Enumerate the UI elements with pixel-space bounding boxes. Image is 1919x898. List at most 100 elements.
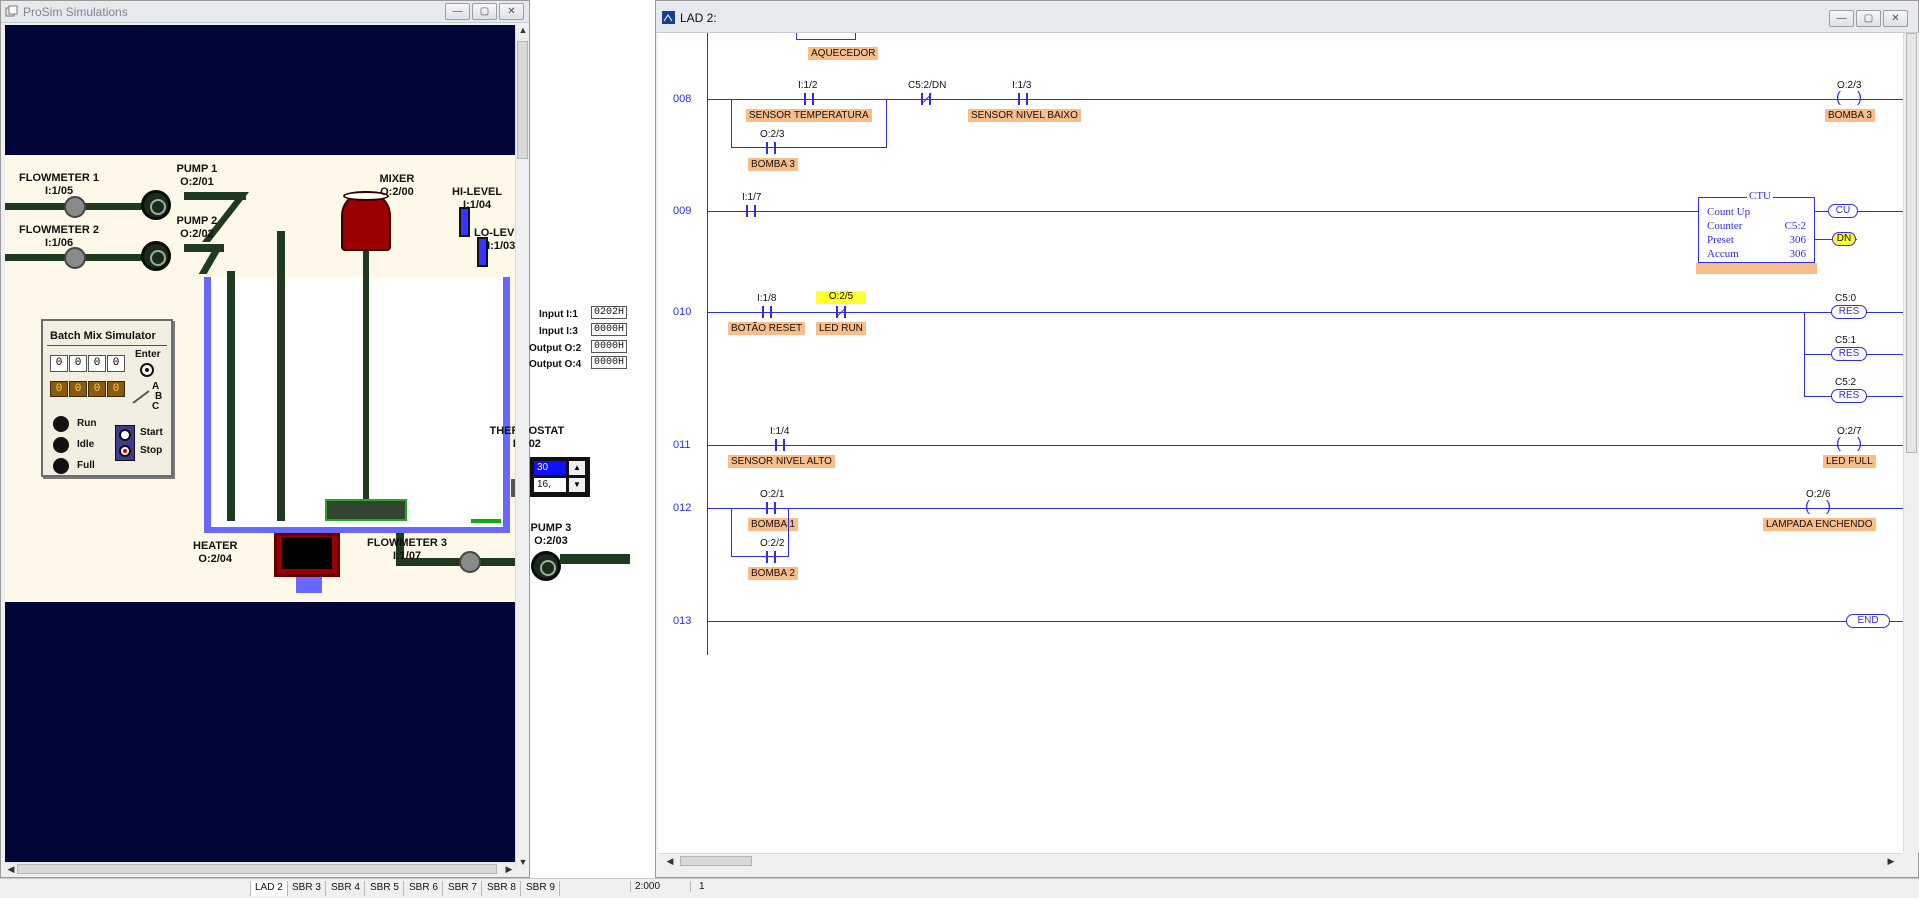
tank-left-wall: [204, 277, 211, 533]
lad-vertical-scrollbar[interactable]: [1903, 33, 1919, 853]
scroll-left-icon[interactable]: ◀: [5, 864, 17, 875]
io-label-0: Input I:1: [539, 309, 578, 320]
ctu-row-value: 306: [1789, 248, 1807, 260]
abc-selector-icon[interactable]: [131, 387, 153, 407]
r008-contact-3[interactable]: [1013, 93, 1033, 105]
r011-contact-1[interactable]: [770, 439, 790, 451]
r010-c1-tag: BOTÃO RESET: [728, 322, 806, 335]
lad-horizontal-scrollbar[interactable]: ◀ ▶: [658, 853, 1903, 869]
r008-b-addr: O:2/3: [760, 129, 785, 140]
lad-title: LAD 2:: [680, 11, 717, 25]
end-instruction: END: [1846, 614, 1890, 628]
thermostat-up-button[interactable]: ▲: [569, 461, 585, 475]
prosim-title: ProSim Simulations: [23, 5, 128, 19]
pump-1: [141, 190, 171, 220]
r011-coil-tag: LED FULL: [1823, 455, 1876, 468]
tab-sbr-5[interactable]: SBR 5: [366, 881, 404, 896]
ctu-row-key: Count Up: [1707, 206, 1751, 218]
heater-core: [282, 537, 332, 569]
r008-coil[interactable]: [1836, 89, 1862, 106]
restore-button[interactable]: ▢: [472, 3, 497, 20]
tab-sbr-4[interactable]: SBR 4: [327, 881, 365, 896]
tab-sbr-7[interactable]: SBR 7: [444, 881, 482, 896]
enter-button[interactable]: [140, 363, 154, 377]
tab-lad-2[interactable]: LAD 2: [250, 881, 288, 896]
lad-titlebar[interactable]: LAD 2: — ▢ ✕: [656, 1, 1918, 33]
tab-sbr-3[interactable]: SBR 3: [288, 881, 326, 896]
tab-sbr-6[interactable]: SBR 6: [405, 881, 443, 896]
thumbwheel-4[interactable]: 0: [107, 355, 125, 372]
scroll-down-icon[interactable]: ▼: [516, 857, 530, 867]
ctu-row-counter: Counter C5:2: [1707, 220, 1806, 233]
lad-vscroll-thumb[interactable]: [1906, 33, 1917, 453]
r010-contact-1[interactable]: [757, 306, 777, 318]
enter-label: Enter: [135, 349, 161, 360]
r008-contact-2[interactable]: [916, 93, 936, 105]
flowmeter-3: [459, 551, 481, 573]
scroll-right-icon[interactable]: ▶: [503, 864, 515, 875]
lad-close-button[interactable]: ✕: [1883, 10, 1908, 27]
ctu-row-key: Accum: [1707, 248, 1739, 260]
flowmeter-3-label: FLOWMETER 3 I:1/07: [367, 537, 448, 562]
r010-res-addr-0: C5:0: [1835, 293, 1857, 304]
ladder-canvas[interactable]: [658, 33, 1903, 853]
sim-background-bottom: [5, 602, 515, 862]
pump-3-label: PUMP 3 O:2/03: [530, 522, 572, 547]
r010-contact-2[interactable]: [831, 306, 851, 318]
sim-horizontal-scrollbar[interactable]: ◀ ▶: [5, 862, 515, 876]
thermostat-setpoint[interactable]: 30: [534, 461, 566, 475]
lad-scroll-left-icon[interactable]: ◀: [664, 856, 676, 867]
tank-interior: [211, 277, 503, 527]
r012-coil[interactable]: [1805, 498, 1831, 515]
ctu-dn-output[interactable]: DN: [1832, 232, 1856, 246]
minimize-button[interactable]: —: [445, 3, 470, 20]
tab-sbr-8[interactable]: SBR 8: [483, 881, 521, 896]
thumbwheel-2[interactable]: 0: [69, 355, 87, 372]
left-power-rail: [707, 33, 708, 655]
r009-contact-1[interactable]: [741, 205, 761, 217]
rung-009-line: [708, 211, 1756, 212]
r008-branch-contact[interactable]: [761, 142, 781, 154]
close-button[interactable]: ✕: [499, 3, 524, 20]
r010-res-coil-2[interactable]: RES: [1831, 389, 1867, 403]
rung-number-008: 008: [673, 93, 692, 105]
r010-res-coil-1[interactable]: RES: [1831, 347, 1867, 361]
r011-coil[interactable]: [1836, 435, 1862, 452]
prosim-titlebar[interactable]: ProSim Simulations — ▢ ✕: [1, 1, 529, 23]
rung-010-line: [708, 312, 1904, 313]
sim-vertical-scrollbar[interactable]: ▲ ▼: [515, 25, 529, 867]
r012-branch-contact[interactable]: [761, 551, 781, 563]
tab-sbr-9[interactable]: SBR 9: [522, 881, 560, 896]
lad-minimize-button[interactable]: —: [1829, 10, 1854, 27]
ctu-cu-output[interactable]: CU: [1828, 204, 1858, 218]
stop-button[interactable]: [119, 445, 131, 457]
r012-branch: [731, 508, 789, 557]
thumbwheel-1[interactable]: 0: [50, 355, 68, 372]
batch-mix-title: Batch Mix Simulator: [50, 330, 156, 342]
lad-scroll-right-icon[interactable]: ▶: [1885, 856, 1897, 867]
sim-hscroll-thumb[interactable]: [17, 864, 497, 874]
display-digit-1: 0: [50, 381, 68, 397]
sim-vscroll-thumb[interactable]: [517, 41, 528, 159]
flowmeter-1: [64, 196, 86, 218]
scroll-up-icon[interactable]: ▲: [516, 25, 530, 35]
r012-coil-tag: LAMPADA ENCHENDO: [1763, 518, 1876, 531]
ctu-title: CTU: [1747, 190, 1773, 202]
start-button[interactable]: [119, 429, 131, 441]
rung-011-line: [708, 445, 1904, 446]
thumbwheel-3[interactable]: 0: [88, 355, 106, 372]
thermostat-down-button[interactable]: ▼: [569, 478, 585, 492]
r010-res-coil-0[interactable]: RES: [1831, 305, 1867, 319]
lad-restore-button[interactable]: ▢: [1856, 10, 1881, 27]
r010-c1-addr: I:1/8: [757, 293, 777, 304]
pipe-p2-in-tank: [227, 277, 235, 521]
prosim-window: ProSim Simulations — ▢ ✕ FLOWMETER 1 I:1…: [0, 0, 630, 878]
window-app-icon: [5, 5, 18, 17]
mixer-blade: [325, 499, 407, 521]
run-label: Run: [77, 418, 97, 429]
lad-hscroll-thumb[interactable]: [680, 856, 752, 866]
r010-c2-addr: O:2/5: [816, 291, 866, 304]
full-lamp: [53, 458, 69, 474]
sim-background-top: [5, 25, 515, 155]
ctu-block[interactable]: CTU Count Up Counter C5:2 Preset 306 Accum…: [1698, 190, 1815, 263]
